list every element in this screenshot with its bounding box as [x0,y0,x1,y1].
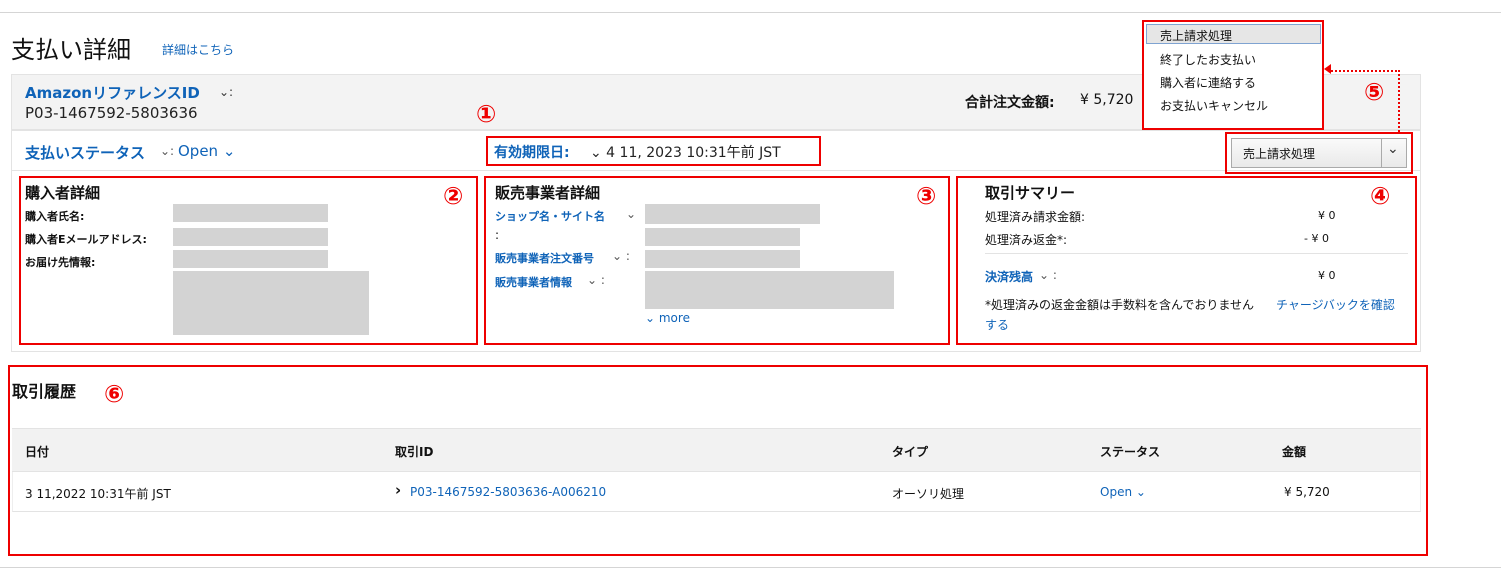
column-date: 日付 [25,445,50,459]
reference-id-tooltip-toggle[interactable]: ⌄: [219,85,233,99]
redacted-address-line [173,250,328,268]
chargeback-link[interactable]: チャージバックを確認 [1276,296,1395,313]
charged-amount-value: ¥ 0 [1318,209,1336,222]
seller-details-title: 販売事業者詳細 [495,184,601,202]
balance-label[interactable]: 決済残高 [985,268,1033,285]
transaction-summary-title: 取引サマリー [985,184,1076,202]
expiry-date-value: ⌄ 4 11, 2023 10:31午前 JST [590,145,781,161]
annotation-connector-horizontal [1328,70,1400,72]
redacted-order-number [645,250,800,268]
column-transaction-id: 取引ID [395,445,434,459]
row-amount: ¥ 5,720 [1284,485,1330,499]
expiry-date-label[interactable]: 有効期限日: [494,142,570,162]
transaction-history-title: 取引履歴 [12,382,77,401]
shop-name-toggle[interactable]: ⌄ [626,207,636,221]
annotation-connector-vertical [1398,70,1400,132]
status-divider [12,170,1420,171]
balance-toggle[interactable]: ⌄ : [1039,268,1057,282]
seller-order-number-label[interactable]: 販売事業者注文番号 [495,250,594,266]
annotation-2: ② [443,182,464,210]
row-transaction-id-link[interactable]: P03-1467592-5803636-A006210 [410,485,606,499]
column-amount: 金額 [1282,445,1307,459]
chevron-down-icon: ⌄ [1387,141,1399,157]
menu-item-close-payment[interactable]: 終了したお支払い [1160,51,1256,68]
history-table-header [12,428,1421,472]
balance-value: ¥ 0 [1318,269,1336,282]
payment-status-tooltip-toggle[interactable]: ⌄: [160,144,174,158]
row-status[interactable]: Open ⌄ [1100,485,1146,499]
annotation-1: ① [476,100,497,128]
buyer-name-label: 購入者氏名: [25,210,85,223]
chevron-right-icon[interactable]: › [395,481,401,499]
refund-amount-value: - ¥ 0 [1304,232,1329,245]
bottom-divider [0,567,1501,568]
shop-name-label[interactable]: ショップ名・サイト名 [495,208,605,224]
table-row [12,472,1421,512]
row-date: 3 11,2022 10:31午前 JST [25,487,171,501]
total-order-amount-label: 合計注文金額: [965,95,1055,111]
arrow-left-icon [1324,64,1331,74]
column-type: タイプ [892,445,929,459]
column-status: ステータス [1100,445,1161,459]
redacted-seller-info [645,271,894,309]
seller-info-label[interactable]: 販売事業者情報 [495,274,572,290]
page-title: 支払い詳細 [11,36,131,64]
row-type: オーソリ処理 [892,487,965,501]
seller-more-link[interactable]: ⌄ more [645,311,690,325]
amazon-reference-id-value: P03-1467592-5803636 [25,104,198,122]
menu-item-contact-buyer[interactable]: 購入者に連絡する [1160,74,1256,91]
refund-amount-label: 処理済み返金*: [985,233,1068,247]
summary-divider [985,253,1408,254]
annotation-4: ④ [1370,182,1391,210]
shop-name-colon: : [495,228,500,242]
redacted-buyer-name [173,204,328,222]
refund-note: *処理済みの返金金額は手数料を含んでおりません [985,298,1255,312]
redacted-shop-name [645,204,820,224]
buyer-email-label: 購入者Eメールアドレス: [25,233,147,246]
buyer-address-label: お届け先情報: [25,256,96,269]
amazon-reference-id-label[interactable]: AmazonリファレンスID [25,82,200,103]
redacted-buyer-email [173,228,328,246]
payment-status-value[interactable]: Open ⌄ [178,142,235,160]
seller-info-toggle[interactable]: ⌄ : [587,273,605,287]
total-order-amount-value: ¥ 5,720 [1080,92,1134,108]
payment-status-label[interactable]: 支払いステータス [25,142,145,163]
details-link[interactable]: 詳細はこちら [162,41,234,58]
action-select-value: 売上請求処理 [1243,147,1316,161]
charged-amount-label: 処理済み請求金額: [985,210,1086,224]
annotation-6: ⑥ [104,380,125,408]
buyer-details-title: 購入者詳細 [25,184,101,202]
annotation-5: ⑤ [1364,78,1385,106]
chargeback-link-cont[interactable]: する [985,316,1009,333]
redacted-address-block [173,271,369,335]
menu-item-capture[interactable]: 売上請求処理 [1160,27,1232,44]
seller-order-number-toggle[interactable]: ⌄ : [612,249,630,263]
menu-item-cancel-payment[interactable]: お支払いキャンセル [1160,97,1268,114]
redacted-shop-name-2 [645,228,800,246]
annotation-3: ③ [916,182,937,210]
top-divider [0,12,1501,13]
header-divider [12,130,1420,131]
